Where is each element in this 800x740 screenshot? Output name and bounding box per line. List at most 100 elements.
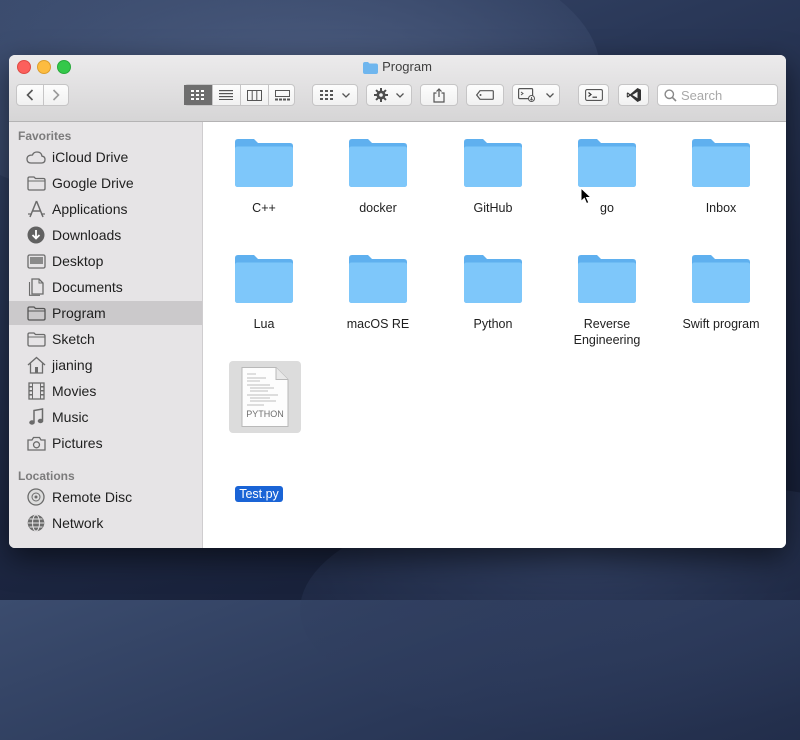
sidebar-item-applications[interactable]: Applications [9,197,202,221]
sidebar-item-label: Applications [52,201,128,217]
sidebar-item-pictures[interactable]: Pictures [9,431,202,455]
sidebar-item-label: Desktop [52,253,104,269]
vscode-icon [626,88,641,102]
mouse-cursor-icon [580,187,592,205]
folder-icon [464,139,522,187]
cloud-icon [26,148,46,166]
terminal-button[interactable] [578,84,609,106]
folder-icon [578,255,636,303]
action-button[interactable] [366,84,412,106]
folder-icon [235,139,293,187]
applications-icon [26,200,46,218]
vscode-button[interactable] [618,84,649,106]
window-title-text: Program [382,59,432,74]
sidebar-item-label: Sketch [52,331,95,347]
folder-icon [26,330,46,348]
search-icon [664,89,677,102]
folder-name: C++ [252,201,276,215]
locations-header: Locations [18,469,75,483]
sidebar-item-label: Movies [52,383,97,399]
search-field[interactable]: Search [657,84,778,106]
chevron-down-icon [396,92,404,98]
folder-item[interactable]: GitHub [438,137,548,216]
folder-name: Python [473,317,513,331]
sidebar-item-label: Music [52,409,89,425]
music-icon [26,408,46,426]
list-view-button[interactable] [213,85,241,105]
folder-icon [26,304,46,322]
folder-icon [578,139,636,187]
folder-icon [235,255,293,303]
open-with-button[interactable] [512,84,560,106]
home-icon [26,356,46,374]
desktop-icon [26,252,46,270]
share-button[interactable] [420,84,458,106]
search-placeholder: Search [681,88,723,103]
share-icon [433,87,445,103]
title-bar: Program Search [9,55,786,122]
downloads-icon [26,226,46,244]
sidebar-item-jianing[interactable]: jianing [9,353,202,377]
grid-icon [320,90,333,100]
back-button[interactable] [17,85,44,105]
chevron-down-icon [546,92,554,98]
view-mode-control [183,84,296,106]
nav-buttons [16,84,69,106]
screen-icon [518,88,535,102]
finder-window: Program Search Favorites iCloud Drive Go… [9,55,786,548]
tags-button[interactable] [466,84,504,106]
group-by-button[interactable] [312,84,358,106]
gear-icon [374,88,388,102]
folder-icon [26,174,46,192]
forward-button[interactable] [44,85,69,105]
folder-name: macOS RE [346,317,410,331]
sidebar-item-remote-disc[interactable]: Remote Disc [9,485,202,509]
folder-item[interactable]: Swift program [666,253,776,332]
chevron-left-icon [25,89,33,101]
chevron-down-icon [342,92,350,98]
folder-item[interactable]: docker [323,137,433,216]
folder-name: Inbox [705,201,737,215]
file-item-test-py[interactable]: PYTHON [229,361,301,433]
folder-item[interactable]: C++ [209,137,319,216]
sidebar-item-movies[interactable]: Movies [9,379,202,403]
sidebar-item-icloud-drive[interactable]: iCloud Drive [9,145,202,169]
sidebar-item-network[interactable]: Network [9,511,202,535]
folder-item[interactable]: Reverse Engineering [552,253,662,348]
folder-icon [349,139,407,187]
tag-icon [476,90,494,100]
folder-name: Swift program [682,317,760,331]
folder-item[interactable]: macOS RE [323,253,433,332]
folder-name: Reverse Engineering [573,317,641,347]
folder-item[interactable]: Lua [209,253,319,332]
sidebar-item-label: Google Drive [52,175,134,191]
folder-icon [349,255,407,303]
file-name-selected[interactable]: Test.py [235,486,283,502]
folder-icon [692,139,750,187]
sidebar-item-program[interactable]: Program [9,301,202,325]
window-title: Program [9,59,786,75]
sidebar-item-music[interactable]: Music [9,405,202,429]
column-view-button[interactable] [241,85,269,105]
sidebar-item-label: Pictures [52,435,103,451]
movies-icon [26,382,46,400]
folder-item[interactable]: Python [438,253,548,332]
icon-view-button[interactable] [183,85,213,105]
folder-item[interactable]: go [552,137,662,216]
sidebar-item-downloads[interactable]: Downloads [9,223,202,247]
sidebar-item-desktop[interactable]: Desktop [9,249,202,273]
sidebar-item-label: Program [52,305,106,321]
sidebar-item-sketch[interactable]: Sketch [9,327,202,351]
sidebar-item-google-drive[interactable]: Google Drive [9,171,202,195]
file-type-label: PYTHON [246,409,284,419]
gallery-view-button[interactable] [269,85,296,105]
sidebar-item-label: Documents [52,279,123,295]
gallery-icon [274,89,290,100]
folder-item[interactable]: Inbox [666,137,776,216]
folder-name: go [600,201,614,215]
file-browser: C++ docker GitHub go Inbox Lua macOS RE [203,122,786,548]
sidebar-item-documents[interactable]: Documents [9,275,202,299]
disc-icon [26,488,46,506]
folder-icon [363,61,379,74]
terminal-icon [584,89,603,101]
